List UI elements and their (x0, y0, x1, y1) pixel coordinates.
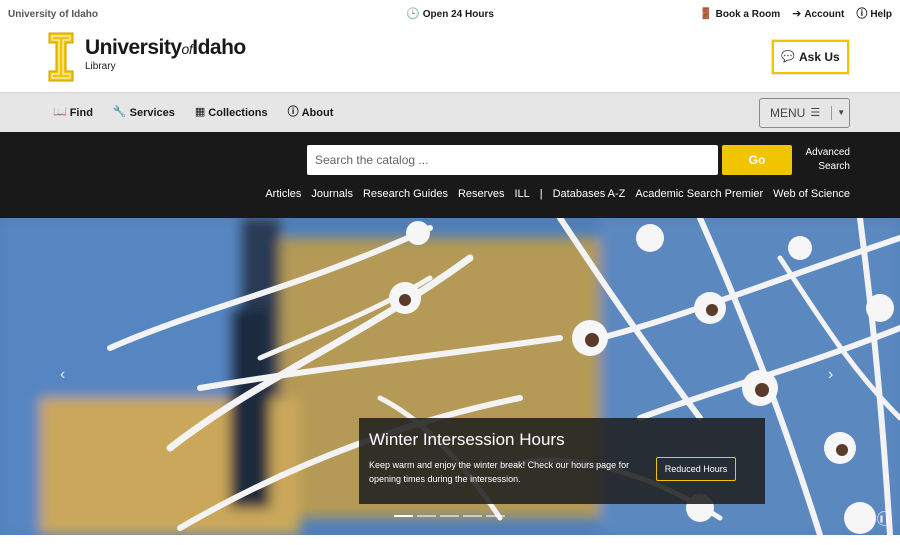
menu-button[interactable]: MENU ☰ ▼ (759, 98, 850, 128)
ask-us-label: Ask Us (799, 50, 840, 64)
help-label: Help (870, 8, 892, 20)
quick-link-reserves[interactable]: Reserves (458, 188, 504, 200)
carousel-dot[interactable] (394, 515, 413, 517)
carousel-dot[interactable] (440, 515, 459, 517)
nav-item-label: Collections (208, 106, 268, 119)
logo-library: Library (85, 61, 116, 72)
quick-link-articles[interactable]: Articles (265, 188, 301, 200)
main-nav: 📖 Find 🔧 Services ▦ Collections ⓘ About … (0, 92, 900, 132)
reduced-hours-button[interactable]: Reduced Hours (656, 457, 736, 481)
pause-icon: ❚❚ (878, 515, 891, 523)
advanced-label: Advanced (805, 147, 850, 158)
nav-item-about[interactable]: ⓘ About (288, 107, 334, 119)
menu-divider (831, 106, 833, 120)
account-link[interactable]: ➔ Account (792, 7, 845, 20)
quick-link-journals[interactable]: Journals (311, 188, 353, 200)
page-bottom-edge (0, 535, 900, 545)
quick-link-web-of-science[interactable]: Web of Science (773, 188, 850, 200)
book-icon: 📖 (53, 106, 67, 118)
wrench-icon: 🔧 (112, 106, 127, 118)
slide-caption: Winter Intersession Hours Keep warm and … (359, 418, 765, 504)
quick-links: Articles Journals Research Guides Reserv… (265, 188, 850, 200)
search-section: Go Advanced Search Articles Journals Res… (0, 132, 900, 218)
utility-bar: University of Idaho 🕒 Open 24 Hours 🚪 Bo… (0, 0, 900, 28)
hours-label: Open 24 Hours (422, 8, 494, 20)
catalog-search-input[interactable] (307, 145, 718, 175)
grid-icon: ▦ (194, 106, 206, 118)
carousel-pause-button[interactable]: ❚❚ (877, 511, 892, 526)
help-circle-icon: ⓘ (856, 7, 868, 20)
utility-links: 🚪 Book a Room ➔ Account ⓘ Help (698, 7, 892, 20)
university-link[interactable]: University of Idaho (8, 9, 98, 20)
sign-in-icon: ➔ (792, 7, 802, 20)
carousel-dot[interactable] (417, 515, 436, 517)
menu-label: MENU (770, 106, 806, 120)
idaho-i-logo-icon (48, 32, 76, 82)
carousel-prev-button[interactable]: ‹ (60, 366, 65, 384)
nav-item-label: Services (129, 106, 175, 119)
room-icon: 🚪 (698, 7, 713, 20)
nav-item-label: Find (69, 106, 93, 119)
quick-link-databases[interactable]: Databases A-Z (553, 188, 626, 200)
nav-item-label: About (301, 106, 334, 119)
slide-body: Keep warm and enjoy the winter break! Ch… (369, 460, 630, 484)
advanced-search-link[interactable]: Advanced Search (806, 146, 850, 174)
nav-item-collections[interactable]: ▦ Collections (195, 107, 268, 119)
search-go-button[interactable]: Go (722, 145, 792, 175)
carousel-indicators (394, 515, 505, 517)
carousel-next-button[interactable]: › (828, 366, 833, 384)
ask-us-button[interactable]: 💬 Ask Us (772, 40, 849, 74)
library-logo[interactable]: UniversityofIdaho Library (48, 32, 246, 82)
quick-link-academic-search[interactable]: Academic Search Premier (635, 188, 763, 200)
clock-icon: 🕒 (406, 7, 420, 20)
account-label: Account (804, 8, 845, 20)
slide-title: Winter Intersession Hours (369, 430, 565, 449)
info-icon: ⓘ (287, 106, 299, 118)
nav-item-find[interactable]: 📖 Find (53, 107, 93, 119)
hero-carousel: ‹ › Winter Intersession Hours Keep warm … (0, 218, 900, 535)
hamburger-icon: ☰ (810, 106, 821, 119)
quick-link-ill[interactable]: ILL (514, 188, 529, 200)
site-header: UniversityofIdaho Library 💬 Ask Us (0, 28, 900, 92)
quick-link-research-guides[interactable]: Research Guides (363, 188, 448, 200)
carousel-dot[interactable] (486, 515, 505, 517)
search-label: Search (818, 161, 850, 172)
logo-wordmark: UniversityofIdaho Library (85, 36, 246, 72)
book-room-link[interactable]: 🚪 Book a Room (698, 7, 781, 20)
carousel-dot[interactable] (463, 515, 482, 517)
chat-bubble-icon: 💬 (781, 50, 795, 63)
hours-link[interactable]: 🕒 Open 24 Hours (406, 7, 494, 20)
help-link[interactable]: ⓘ Help (856, 7, 892, 20)
logo-university: UniversityofIdaho (85, 36, 246, 59)
caret-down-icon: ▼ (837, 108, 846, 117)
nav-item-services[interactable]: 🔧 Services (113, 107, 175, 119)
book-room-label: Book a Room (715, 8, 781, 20)
quick-link-separator: | (539, 188, 543, 200)
